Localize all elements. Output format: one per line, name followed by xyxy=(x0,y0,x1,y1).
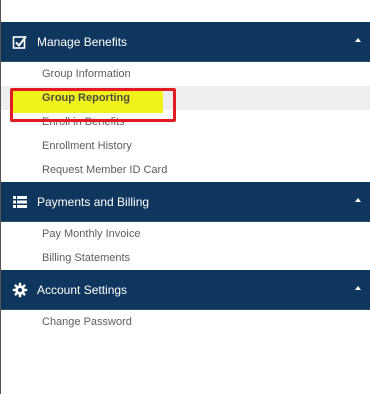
menu-item-pay-monthly-invoice[interactable]: Pay Monthly Invoice xyxy=(0,222,370,246)
section-title-manage-benefits: Manage Benefits xyxy=(37,34,128,49)
section-header-account-settings[interactable]: Account Settings xyxy=(0,270,370,310)
menu-item-group-reporting[interactable]: Group Reporting xyxy=(0,86,370,122)
top-spacer xyxy=(0,0,370,22)
menu-item-label: Group Reporting xyxy=(42,92,130,104)
menu-item-billing-statements[interactable]: Billing Statements xyxy=(0,246,370,270)
menu-item-enrollment-history[interactable]: Enrollment History xyxy=(0,134,370,158)
collapse-caret-icon[interactable] xyxy=(355,198,361,202)
menu-item-label: Billing Statements xyxy=(42,252,131,264)
menu-item-label: Enrollment History xyxy=(42,140,132,152)
section-title-account-settings: Account Settings xyxy=(37,282,128,297)
collapse-caret-icon[interactable] xyxy=(355,38,361,42)
section-header-payments-billing[interactable]: Payments and Billing xyxy=(0,182,370,222)
benefits-sidebar-menu: Manage Benefits Group Information Group … xyxy=(0,0,370,394)
menu-item-request-member-id-card[interactable]: Request Member ID Card xyxy=(0,158,370,182)
menu-item-label: Request Member ID Card xyxy=(42,164,168,176)
left-border xyxy=(0,0,1,394)
list-icon xyxy=(11,193,29,211)
menu-item-label: Group Information xyxy=(42,68,131,80)
menu-item-change-password[interactable]: Change Password xyxy=(0,310,370,334)
collapse-caret-icon[interactable] xyxy=(355,286,361,290)
menu-item-group-information[interactable]: Group Information xyxy=(0,62,370,86)
section-header-manage-benefits[interactable]: Manage Benefits xyxy=(0,22,370,62)
section-title-payments-billing: Payments and Billing xyxy=(37,194,150,209)
checkbox-icon xyxy=(11,33,29,51)
menu-item-label: Change Password xyxy=(42,316,132,328)
gear-icon xyxy=(11,281,29,299)
menu-item-label: Pay Monthly Invoice xyxy=(42,228,141,240)
